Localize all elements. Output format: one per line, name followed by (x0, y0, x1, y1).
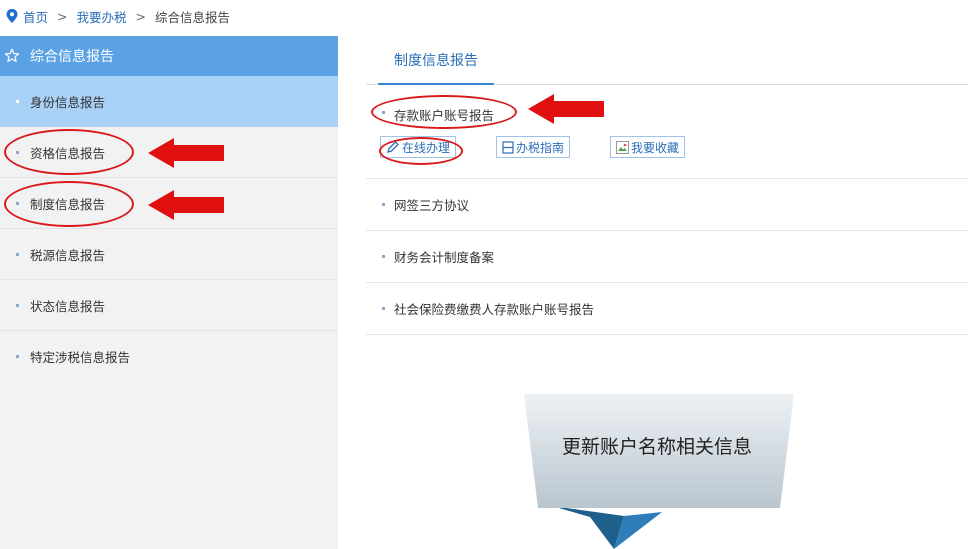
tab-system-report[interactable]: 制度信息报告 (378, 36, 494, 85)
list-item-label[interactable]: 财务会计制度备案 (394, 247, 494, 266)
bullet-icon (16, 100, 19, 103)
sidebar-item-label: 状态信息报告 (30, 298, 106, 314)
favorite-label: 我要收藏 (631, 140, 680, 155)
tax-guide-label: 办税指南 (516, 140, 565, 155)
bullet-icon (16, 304, 19, 307)
list-item-label[interactable]: 社会保险费缴费人存款账户账号报告 (394, 299, 594, 318)
bullet-icon (382, 203, 385, 206)
bullet-icon (382, 307, 385, 310)
favorite-button[interactable]: 我要收藏 (610, 136, 686, 158)
list-item-social-insurance-account-report: 社会保险费缴费人存款账户账号报告 (366, 283, 968, 335)
star-outline-icon (4, 48, 20, 62)
annotation-ellipse-qualification (4, 129, 134, 175)
breadcrumb-home[interactable]: 首页 (23, 7, 48, 26)
annotation-ellipse-deposit-account (371, 95, 517, 129)
sidebar-header[interactable]: 综合信息报告 (0, 36, 338, 76)
bullet-icon (16, 253, 19, 256)
breadcrumb-separator: > (135, 8, 146, 24)
red-arrow-icon (528, 94, 604, 124)
red-arrow-icon (148, 138, 224, 168)
sidebar-item-tax-source-report[interactable]: 税源信息报告 (0, 229, 338, 280)
list-item-accounting-filing: 财务会计制度备案 (366, 231, 968, 283)
sidebar-item-specific-tax-report[interactable]: 特定涉税信息报告 (0, 331, 338, 382)
location-pin-icon (6, 9, 18, 23)
callout-text: 更新账户名称相关信息 (561, 436, 752, 458)
breadcrumb-separator: > (57, 8, 68, 24)
annotation-ellipse-system-report (4, 181, 134, 227)
list-item-three-party-agreement: 网签三方协议 (366, 179, 968, 231)
sidebar-item-status-report[interactable]: 状态信息报告 (0, 280, 338, 331)
list-item-label[interactable]: 网签三方协议 (394, 195, 469, 214)
bullet-icon (382, 255, 385, 258)
breadcrumb: 首页 > 我要办税 > 综合信息报告 (0, 0, 968, 32)
tax-guide-button[interactable]: 办税指南 (496, 136, 571, 158)
sidebar-item-identity-report[interactable]: 身份信息报告 (0, 76, 338, 127)
sidebar-item-label: 身份信息报告 (30, 94, 106, 110)
callout-banner: 更新账户名称相关信息 (518, 394, 796, 549)
breadcrumb-tax-services[interactable]: 我要办税 (77, 7, 127, 26)
sidebar-header-label: 综合信息报告 (30, 49, 114, 65)
callout-shape (524, 394, 794, 549)
sidebar-item-label: 税源信息报告 (30, 247, 106, 263)
sidebar-item-label: 特定涉税信息报告 (30, 350, 131, 365)
guide-icon (502, 140, 514, 154)
breadcrumb-current: 综合信息报告 (155, 9, 231, 25)
broken-image-icon (616, 140, 630, 154)
red-arrow-icon (148, 190, 224, 220)
tab-bar: 制度信息报告 (366, 36, 968, 85)
sidebar: 综合信息报告 身份信息报告 资格信息报告 制度信息报告 税源信息报告 状态信息报… (0, 36, 338, 549)
bullet-icon (16, 355, 19, 358)
annotation-ellipse-online-handle (379, 137, 463, 165)
